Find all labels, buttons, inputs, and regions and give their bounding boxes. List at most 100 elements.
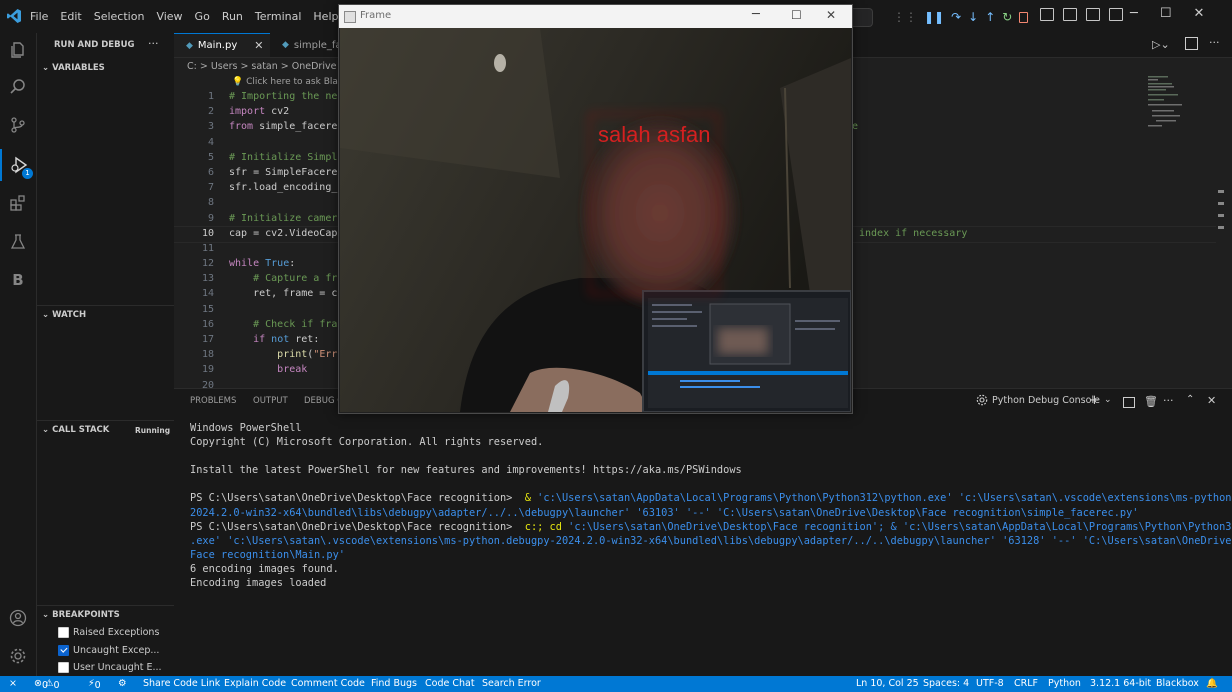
ports-indicator[interactable]: ⚡ 0 — [88, 678, 101, 691]
tab-main-py[interactable]: ◆ Main.py ✕ — [174, 33, 270, 57]
line-number[interactable]: 8 — [174, 195, 214, 210]
code-text[interactable]: # Importing the ne import cv2 from simpl… — [229, 89, 349, 393]
breakpoint-item[interactable]: User Uncaught E... — [58, 662, 162, 673]
tab-output[interactable]: OUTPUT — [253, 396, 288, 406]
tab-simple-facerec[interactable]: ◆ simple_fa — [270, 33, 342, 57]
split-editor-icon[interactable] — [1185, 37, 1198, 50]
line-number[interactable]: 17 — [174, 332, 214, 347]
indentation[interactable]: Spaces: 4 — [923, 678, 969, 689]
line-number[interactable]: 4 — [174, 135, 214, 150]
toggle-secondary-sidebar-icon[interactable] — [1086, 8, 1100, 21]
toggle-sidebar-icon[interactable] — [1040, 8, 1054, 21]
line-number[interactable]: 19 — [174, 362, 214, 377]
line-number[interactable]: 11 — [174, 241, 214, 256]
line-number[interactable]: 10 — [174, 226, 214, 241]
menu-edit[interactable]: Edit — [60, 10, 81, 23]
line-number[interactable]: 14 — [174, 286, 214, 301]
line-number[interactable]: 18 — [174, 347, 214, 362]
menu-go[interactable]: Go — [195, 10, 210, 23]
watch-section-header[interactable]: ⌄ WATCH — [42, 310, 86, 320]
extensions-icon[interactable] — [0, 187, 36, 219]
run-and-debug-icon[interactable]: 1 — [0, 149, 36, 181]
run-debug-dropdown-icon[interactable]: ▷⌄ — [1152, 38, 1170, 51]
menu-selection[interactable]: Selection — [94, 10, 145, 23]
close-panel-icon[interactable]: ✕ — [1207, 394, 1216, 407]
line-number[interactable]: 6 — [174, 165, 214, 180]
line-number[interactable]: 12 — [174, 256, 214, 271]
breakpoint-item[interactable]: Raised Exceptions — [58, 627, 159, 638]
maximize-icon[interactable]: ☐ — [1160, 6, 1172, 21]
line-number[interactable]: 5 — [174, 150, 214, 165]
stop-icon[interactable] — [1019, 11, 1028, 23]
menu-help[interactable]: Help — [313, 10, 338, 23]
cursor-position[interactable]: Ln 10, Col 25 — [856, 678, 919, 689]
close-tab-icon[interactable]: ✕ — [254, 39, 263, 52]
explorer-icon[interactable] — [0, 34, 36, 66]
status-code-chat[interactable]: Code Chat — [425, 678, 475, 689]
checkbox-checked[interactable] — [58, 645, 69, 656]
drag-handle-icon[interactable]: ⋮⋮ — [893, 9, 917, 25]
line-number[interactable]: 15 — [174, 302, 214, 317]
breadcrumb[interactable]: C: > Users > satan > OneDrive > — [187, 61, 347, 72]
step-into-icon[interactable]: ↓ — [968, 9, 978, 25]
variables-section-header[interactable]: ⌄ VARIABLES — [42, 63, 105, 73]
blackbox-icon[interactable]: B — [0, 264, 36, 296]
terminal-selector[interactable]: Python Debug Console — [976, 394, 1100, 406]
tab-problems[interactable]: PROBLEMS — [190, 396, 236, 406]
line-number[interactable]: 1 — [174, 89, 214, 104]
line-number[interactable]: 2 — [174, 104, 214, 119]
search-icon[interactable] — [0, 71, 36, 103]
split-terminal-icon[interactable] — [1123, 397, 1135, 408]
menu-run[interactable]: Run — [222, 10, 243, 23]
overview-ruler[interactable] — [1218, 190, 1224, 229]
vscode-logo-icon[interactable] — [6, 8, 22, 24]
minimize-icon[interactable]: ─ — [1130, 6, 1138, 21]
frame-window[interactable]: Frame ─ ☐ ✕ salah asfan — [338, 4, 853, 414]
call-stack-section-header[interactable]: ⌄ CALL STACK — [42, 425, 109, 435]
checkbox[interactable] — [58, 627, 69, 638]
terminal-output[interactable]: Windows PowerShell Copyright (C) Microso… — [190, 421, 1232, 590]
language-mode[interactable]: Python — [1048, 678, 1081, 689]
new-terminal-icon[interactable]: + — [1089, 393, 1100, 408]
frame-maximize-icon[interactable]: ☐ — [791, 8, 802, 22]
menu-file[interactable]: File — [30, 10, 48, 23]
breakpoints-section-header[interactable]: ⌄ BREAKPOINTS — [42, 610, 120, 620]
remote-indicator-icon[interactable]: ⨯ — [9, 678, 17, 689]
frame-close-icon[interactable]: ✕ — [826, 8, 836, 22]
step-out-icon[interactable]: ↑ — [985, 9, 995, 25]
status-search-error[interactable]: Search Error — [482, 678, 541, 689]
status-share-code-link[interactable]: Share Code Link — [143, 678, 220, 689]
pause-icon[interactable]: ❚❚ — [924, 9, 944, 25]
command-center[interactable] — [850, 8, 873, 27]
editor-more-icon[interactable]: ··· — [1209, 36, 1220, 49]
line-number[interactable]: 9 — [174, 211, 214, 226]
manage-gear-icon[interactable] — [0, 640, 36, 672]
minimap[interactable] — [1146, 74, 1202, 144]
account-icon[interactable] — [0, 602, 36, 634]
menu-terminal[interactable]: Terminal — [255, 10, 302, 23]
restart-icon[interactable]: ↻ — [1002, 9, 1012, 25]
sidebar-more-icon[interactable]: ··· — [148, 37, 159, 50]
line-number[interactable]: 7 — [174, 180, 214, 195]
chevron-down-icon[interactable]: ⌄ — [1104, 395, 1112, 405]
breakpoint-item[interactable]: Uncaught Excep... — [58, 645, 159, 656]
close-icon[interactable]: ✕ — [1193, 6, 1204, 21]
notifications-bell-icon[interactable]: 🔔 — [1206, 678, 1218, 689]
maximize-panel-icon[interactable]: ⌃ — [1186, 394, 1194, 405]
file-encoding[interactable]: UTF-8 — [976, 678, 1004, 689]
problems-indicator[interactable]: ⊗ 0 ⚠ 0 — [34, 678, 60, 691]
status-blackbox[interactable]: Blackbox — [1156, 678, 1199, 689]
line-number[interactable]: 13 — [174, 271, 214, 286]
checkbox[interactable] — [58, 662, 69, 673]
step-over-icon[interactable]: ↷ — [951, 9, 961, 25]
status-comment-code[interactable]: Comment Code — [291, 678, 365, 689]
customize-layout-icon[interactable] — [1109, 8, 1123, 21]
trash-icon[interactable]: 🗑 — [1144, 395, 1158, 408]
menu-view[interactable]: View — [156, 10, 182, 23]
testing-icon[interactable] — [0, 226, 36, 258]
panel-more-icon[interactable]: ··· — [1163, 394, 1174, 407]
status-find-bugs[interactable]: Find Bugs — [371, 678, 417, 689]
frame-minimize-icon[interactable]: ─ — [752, 7, 760, 22]
line-number[interactable]: 16 — [174, 317, 214, 332]
source-control-icon[interactable] — [0, 109, 36, 141]
